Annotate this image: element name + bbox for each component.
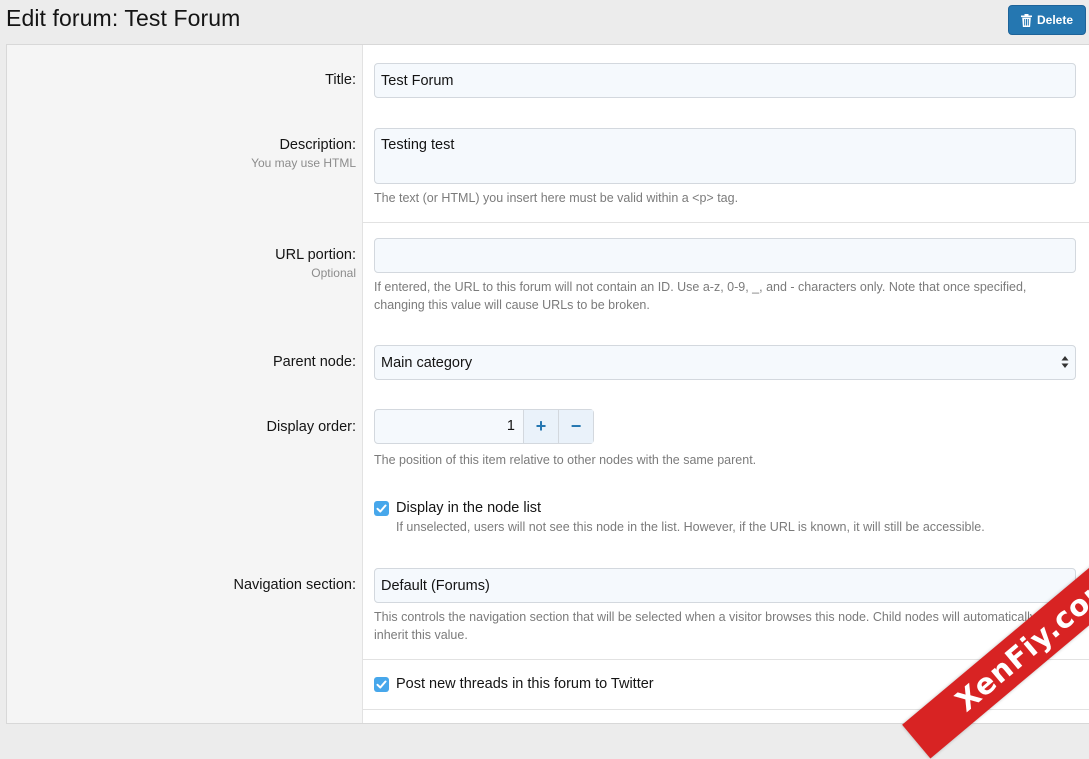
url-portion-explain-line2: changing this value will cause URLs to b… bbox=[374, 298, 650, 312]
navigation-section-explain-line2: inherit this value. bbox=[374, 628, 468, 642]
select-arrows-icon bbox=[1061, 356, 1069, 368]
checkmark-icon bbox=[376, 680, 387, 688]
checkmark-icon bbox=[376, 504, 387, 512]
increment-button[interactable]: + bbox=[523, 410, 558, 443]
navigation-section-select[interactable]: Default (Forums) bbox=[374, 568, 1076, 603]
title-input-value: Test Forum bbox=[381, 72, 454, 89]
navigation-section-label: Navigation section: bbox=[233, 577, 356, 593]
delete-button-label: Delete bbox=[1036, 13, 1074, 27]
divider bbox=[363, 709, 1089, 710]
parent-node-select[interactable]: Main category bbox=[374, 345, 1076, 380]
description-label: Description: bbox=[279, 137, 356, 153]
page-title: Edit forum: Test Forum bbox=[6, 5, 241, 31]
display-order-input[interactable]: 1 bbox=[375, 410, 523, 443]
url-portion-input[interactable] bbox=[374, 238, 1076, 273]
navigation-section-select-value: Default (Forums) bbox=[381, 577, 490, 594]
description-explain: The text (or HTML) you insert here must … bbox=[374, 191, 739, 205]
page-header: Edit forum: Test Forum Delete bbox=[0, 0, 1089, 42]
title-input[interactable]: Test Forum bbox=[374, 63, 1076, 98]
post-to-twitter-row[interactable]: Post new threads in this forum to Twitte… bbox=[374, 676, 654, 692]
display-in-list-checkbox[interactable] bbox=[374, 500, 389, 516]
parent-node-label: Parent node: bbox=[272, 354, 356, 370]
divider bbox=[363, 659, 1089, 660]
url-portion-hint: Optional bbox=[311, 266, 356, 280]
post-to-twitter-label: Post new threads in this forum to Twitte… bbox=[396, 676, 654, 692]
url-portion-explain-line1: If entered, the URL to this forum will n… bbox=[374, 280, 1027, 294]
navigation-section-explain-line1: This controls the navigation section tha… bbox=[374, 610, 1037, 624]
display-order-stepper: 1 + − bbox=[374, 409, 594, 444]
edit-forum-form: Title: Test Forum Description: You may u… bbox=[6, 44, 1089, 724]
delete-button[interactable]: Delete bbox=[1008, 5, 1086, 35]
display-order-label: Display order: bbox=[266, 419, 356, 435]
url-portion-label: URL portion: bbox=[275, 247, 356, 263]
display-in-list-label: Display in the node list bbox=[396, 500, 542, 516]
trash-icon bbox=[1020, 13, 1032, 27]
decrement-button[interactable]: − bbox=[558, 410, 593, 443]
post-to-twitter-checkbox[interactable] bbox=[374, 676, 389, 692]
title-label: Title: bbox=[325, 72, 356, 88]
description-hint: You may use HTML bbox=[251, 156, 356, 170]
display-in-list-row[interactable]: Display in the node list bbox=[374, 500, 541, 516]
description-textarea[interactable]: Testing test bbox=[374, 128, 1076, 184]
divider bbox=[363, 222, 1089, 223]
display-order-explain: The position of this item relative to ot… bbox=[374, 453, 757, 467]
display-in-list-hint: If unselected, users will not see this n… bbox=[396, 520, 985, 534]
parent-node-select-value: Main category bbox=[381, 354, 473, 371]
description-textarea-value: Testing test bbox=[381, 137, 455, 153]
